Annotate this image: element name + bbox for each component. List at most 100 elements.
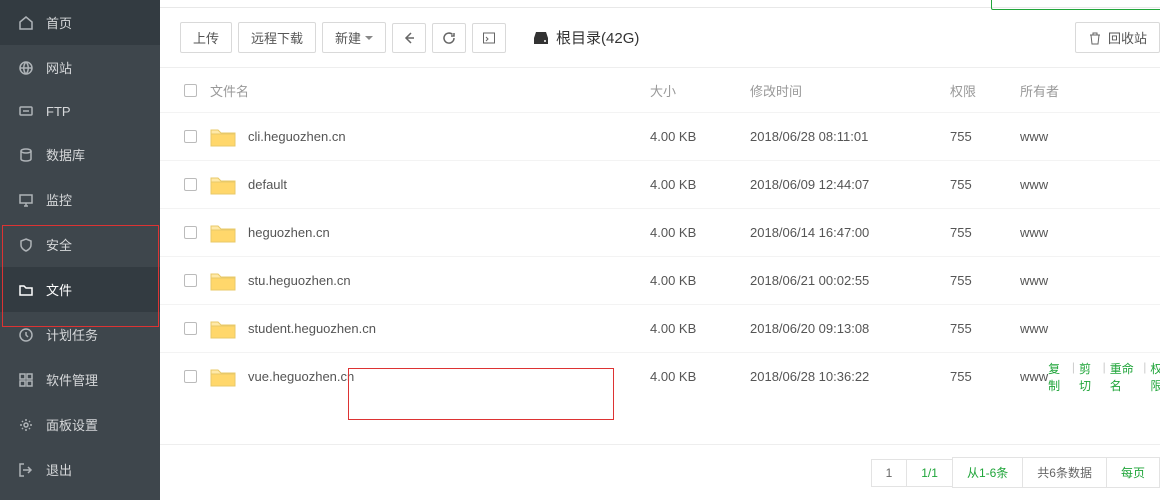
nav-item-database[interactable]: 数据库 [0, 132, 160, 177]
gear-icon [18, 417, 34, 433]
nav-label: 首页 [46, 13, 72, 32]
nav-item-globe[interactable]: 网站 [0, 45, 160, 90]
row-checkbox[interactable] [184, 178, 197, 191]
cell-name[interactable]: default [210, 174, 650, 196]
cell-name[interactable]: cli.heguozhen.cn [210, 126, 650, 148]
nav-item-clock[interactable]: 计划任务 [0, 312, 160, 357]
nav-item-home[interactable]: 首页 [0, 0, 160, 45]
op-perm[interactable]: 权限 [1150, 360, 1160, 394]
col-mtime[interactable]: 修改时间 [750, 81, 950, 100]
row-checkbox[interactable] [184, 322, 197, 335]
globe-icon [18, 60, 34, 76]
create-label: 新建 [335, 28, 361, 47]
nav-label: 监控 [46, 190, 72, 209]
nav-item-folder[interactable]: 文件 [0, 267, 160, 312]
op-rename[interactable]: 重命名 [1110, 360, 1139, 394]
op-copy[interactable]: 复制 [1048, 360, 1068, 394]
folder-icon [210, 270, 236, 292]
row-checkbox[interactable] [184, 274, 197, 287]
page-number[interactable]: 1 [871, 459, 908, 487]
nav-label: 面板设置 [46, 415, 98, 434]
monitor-icon [18, 192, 34, 208]
nav-item-monitor[interactable]: 监控 [0, 177, 160, 222]
cell-name[interactable]: student.heguozhen.cn [210, 318, 650, 340]
select-all-checkbox[interactable] [184, 84, 197, 97]
ftp-icon [18, 103, 34, 119]
row-checkbox[interactable] [184, 130, 197, 143]
col-size[interactable]: 大小 [650, 81, 750, 100]
cell-mtime: 2018/06/14 16:47:00 [750, 225, 950, 240]
table-row[interactable]: stu.heguozhen.cn4.00 KB2018/06/21 00:02:… [160, 256, 1160, 304]
nav-label: 计划任务 [46, 325, 98, 344]
range-label: 从1-6条 [952, 457, 1023, 488]
cell-owner: www [1020, 177, 1048, 192]
cell-size: 4.00 KB [650, 321, 750, 336]
cell-size: 4.00 KB [650, 225, 750, 240]
folder-icon [210, 174, 236, 196]
caret-down-icon [365, 34, 373, 42]
nav-item-ftp[interactable]: FTP [0, 90, 160, 132]
folder-icon [210, 318, 236, 340]
folder-icon [210, 126, 236, 148]
arrow-left-icon [402, 31, 416, 45]
col-owner[interactable]: 所有者 [1020, 81, 1160, 100]
table-header: 文件名 大小 修改时间 权限 所有者 [160, 68, 1160, 112]
table-row[interactable]: default4.00 KB2018/06/09 12:44:07755www [160, 160, 1160, 208]
cell-perm: 755 [950, 129, 1020, 144]
table-row[interactable]: heguozhen.cn4.00 KB2018/06/14 16:47:0075… [160, 208, 1160, 256]
toolbar: 上传 远程下载 新建 根目录(42G) 回收站 [160, 8, 1160, 67]
row-checkbox[interactable] [184, 370, 197, 383]
cell-mtime: 2018/06/28 10:36:22 [750, 369, 950, 384]
folder-icon [18, 282, 34, 298]
total-label: 共6条数据 [1022, 457, 1107, 488]
nav-label: 文件 [46, 280, 72, 299]
terminal-button[interactable] [472, 23, 506, 53]
refresh-icon [442, 31, 456, 45]
clock-icon [18, 327, 34, 343]
perpage-label[interactable]: 每页 [1106, 457, 1160, 488]
cell-perm: 755 [950, 177, 1020, 192]
cell-size: 4.00 KB [650, 177, 750, 192]
cell-name[interactable]: stu.heguozhen.cn [210, 270, 650, 292]
grid-icon [18, 372, 34, 388]
nav-item-shield[interactable]: 安全 [0, 222, 160, 267]
cell-mtime: 2018/06/21 00:02:55 [750, 273, 950, 288]
cell-perm: 755 [950, 273, 1020, 288]
table-row[interactable]: vue.heguozhen.cn4.00 KB2018/06/28 10:36:… [160, 352, 1160, 400]
disk-text: 根目录(42G) [556, 27, 639, 48]
back-button[interactable] [392, 23, 426, 53]
disk-label: 根目录(42G) [532, 27, 639, 48]
main-content: 上传 远程下载 新建 根目录(42G) 回收站 [160, 0, 1160, 500]
cell-perm: 755 [950, 225, 1020, 240]
nav-item-grid[interactable]: 软件管理 [0, 357, 160, 402]
upload-button[interactable]: 上传 [180, 22, 232, 53]
table-row[interactable]: cli.heguozhen.cn4.00 KB2018/06/28 08:11:… [160, 112, 1160, 160]
cell-mtime: 2018/06/20 09:13:08 [750, 321, 950, 336]
exit-icon [18, 462, 34, 478]
cell-perm: 755 [950, 321, 1020, 336]
nav-item-exit[interactable]: 退出 [0, 447, 160, 492]
col-name[interactable]: 文件名 [210, 81, 650, 100]
nav-item-gear[interactable]: 面板设置 [0, 402, 160, 447]
cell-name[interactable]: heguozhen.cn [210, 222, 650, 244]
cell-owner: www [1020, 225, 1048, 240]
cell-owner: www [1020, 273, 1048, 288]
cell-owner: www [1020, 321, 1048, 336]
home-icon [18, 15, 34, 31]
folder-icon [210, 222, 236, 244]
create-button[interactable]: 新建 [322, 22, 386, 53]
row-ops: 复制|剪切|重命名|权限 [1048, 360, 1160, 394]
nav-label: 退出 [46, 460, 72, 479]
page-of-pages: 1/1 [906, 459, 953, 487]
sidebar: 首页网站 FTP数据库监控安全文件计划任务软件管理面板设置退出 [0, 0, 160, 500]
recycle-button[interactable]: 回收站 [1075, 22, 1160, 53]
col-perm[interactable]: 权限 [950, 81, 1020, 100]
row-checkbox[interactable] [184, 226, 197, 239]
remote-download-button[interactable]: 远程下载 [238, 22, 316, 53]
op-cut[interactable]: 剪切 [1079, 360, 1099, 394]
refresh-button[interactable] [432, 23, 466, 53]
nav-label: 网站 [46, 58, 72, 77]
cell-name[interactable]: vue.heguozhen.cn [210, 366, 650, 388]
shield-icon [18, 237, 34, 253]
table-row[interactable]: student.heguozhen.cn4.00 KB2018/06/20 09… [160, 304, 1160, 352]
